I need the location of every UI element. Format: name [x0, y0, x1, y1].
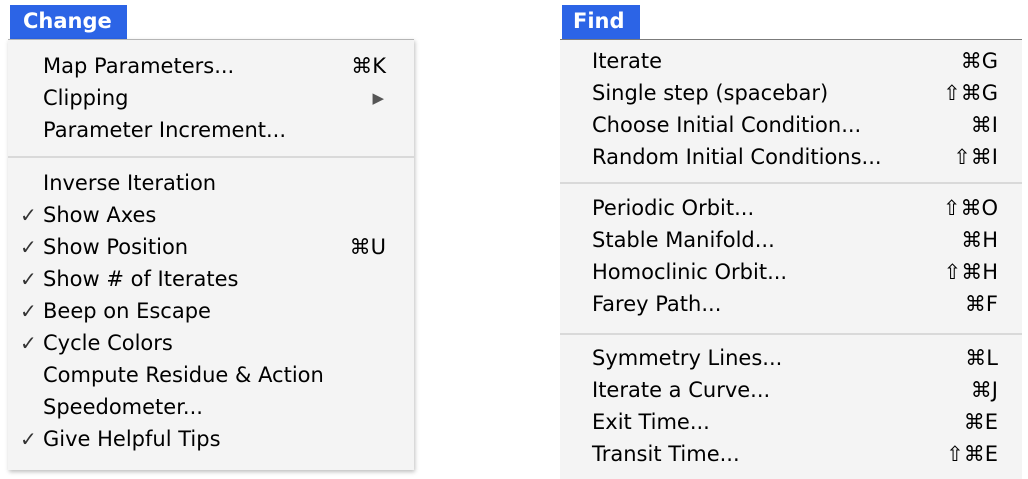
- find-menu-panel: Iterate ⌘G Single step (spacebar) ⇧⌘G Ch…: [560, 39, 1022, 479]
- change-menu-panel: Map Parameters... ⌘K Clipping ▶ Paramete…: [8, 39, 414, 470]
- menu-separator: [8, 156, 414, 158]
- menu-item-give-helpful-tips[interactable]: ✓ Give Helpful Tips: [8, 423, 414, 455]
- menu-item-label: Map Parameters...: [43, 54, 235, 78]
- submenu-arrow-icon: ▶: [372, 89, 384, 107]
- menu-item-shortcut: ⇧⌘I: [953, 145, 998, 169]
- menu-item-iterate-a-curve[interactable]: Iterate a Curve... ⌘J: [560, 374, 1022, 406]
- menu-item-speedometer[interactable]: Speedometer...: [8, 391, 414, 423]
- checkmark-icon: ✓: [20, 427, 37, 451]
- menu-item-label: Symmetry Lines...: [592, 346, 783, 370]
- menu-title-find[interactable]: Find: [562, 5, 640, 39]
- menu-item-label: Iterate: [592, 49, 663, 73]
- menu-item-shortcut: ⌘I: [970, 113, 998, 137]
- menu-separator: [560, 182, 1022, 184]
- menu-item-compute-residue[interactable]: Compute Residue & Action: [8, 359, 414, 391]
- menu-item-label: Single step (spacebar): [592, 81, 829, 105]
- menu-item-shortcut: ⌘H: [961, 228, 998, 252]
- checkmark-icon: ✓: [20, 203, 37, 227]
- menu-item-label: Periodic Orbit...: [592, 196, 755, 220]
- menu-item-shortcut: ⌘F: [964, 292, 998, 316]
- menu-item-shortcut: ⌘K: [351, 54, 386, 78]
- menu-item-map-parameters[interactable]: Map Parameters... ⌘K: [8, 50, 414, 82]
- menu-item-clipping[interactable]: Clipping ▶: [8, 82, 414, 114]
- menu-item-shortcut: ⌘U: [349, 235, 386, 259]
- menu-item-label: Iterate a Curve...: [592, 378, 771, 402]
- menu-item-transit-time[interactable]: Transit Time... ⇧⌘E: [560, 438, 1022, 470]
- checkmark-icon: ✓: [20, 331, 37, 355]
- menu-item-label: Give Helpful Tips: [43, 427, 221, 451]
- menu-item-show-axes[interactable]: ✓ Show Axes: [8, 199, 414, 231]
- menu-item-shortcut: ⇧⌘G: [943, 81, 998, 105]
- menu-item-label: Speedometer...: [43, 395, 203, 419]
- menu-item-show-iterates[interactable]: ✓ Show # of Iterates: [8, 263, 414, 295]
- menu-item-label: Compute Residue & Action: [43, 363, 324, 387]
- menu-item-label: Show # of Iterates: [43, 267, 239, 291]
- menu-item-label: Show Axes: [43, 203, 157, 227]
- menu-item-label: Homoclinic Orbit...: [592, 260, 788, 284]
- menu-item-show-position[interactable]: ✓ Show Position ⌘U: [8, 231, 414, 263]
- menu-item-beep-on-escape[interactable]: ✓ Beep on Escape: [8, 295, 414, 327]
- menu-item-shortcut: ⌘J: [970, 378, 998, 402]
- menu-item-label: Inverse Iteration: [43, 171, 217, 195]
- menu-item-inverse-iteration[interactable]: Inverse Iteration: [8, 167, 414, 199]
- checkmark-icon: ✓: [20, 267, 37, 291]
- menu-separator: [560, 333, 1022, 335]
- menu-item-label: Transit Time...: [592, 442, 740, 466]
- menu-item-shortcut: ⇧⌘H: [943, 260, 998, 284]
- menu-item-shortcut: ⇧⌘E: [946, 442, 998, 466]
- menu-item-exit-time[interactable]: Exit Time... ⌘E: [560, 406, 1022, 438]
- menu-item-label: Exit Time...: [592, 410, 710, 434]
- menu-item-periodic-orbit[interactable]: Periodic Orbit... ⇧⌘O: [560, 192, 1022, 224]
- menu-item-farey-path[interactable]: Farey Path... ⌘F: [560, 288, 1022, 320]
- menu-item-label: Cycle Colors: [43, 331, 173, 355]
- menu-item-cycle-colors[interactable]: ✓ Cycle Colors: [8, 327, 414, 359]
- menu-item-shortcut: ⌘G: [960, 49, 998, 73]
- menu-item-label: Choose Initial Condition...: [592, 113, 862, 137]
- menu-item-label: Show Position: [43, 235, 189, 259]
- menu-item-stable-manifold[interactable]: Stable Manifold... ⌘H: [560, 224, 1022, 256]
- menu-item-homoclinic-orbit[interactable]: Homoclinic Orbit... ⇧⌘H: [560, 256, 1022, 288]
- menu-title-change[interactable]: Change: [10, 5, 127, 39]
- menu-item-shortcut: ⌘L: [965, 346, 998, 370]
- checkmark-icon: ✓: [20, 299, 37, 323]
- menu-item-label: Random Initial Conditions...: [592, 145, 882, 169]
- menu-item-choose-initial-condition[interactable]: Choose Initial Condition... ⌘I: [560, 109, 1022, 141]
- menu-item-iterate[interactable]: Iterate ⌘G: [560, 45, 1022, 77]
- menu-item-label: Beep on Escape: [43, 299, 211, 323]
- menu-item-label: Parameter Increment...: [43, 118, 287, 142]
- menu-item-single-step[interactable]: Single step (spacebar) ⇧⌘G: [560, 77, 1022, 109]
- menu-item-symmetry-lines[interactable]: Symmetry Lines... ⌘L: [560, 342, 1022, 374]
- menu-item-label: Farey Path...: [592, 292, 722, 316]
- menu-item-label: Clipping: [43, 86, 129, 110]
- menu-item-parameter-increment[interactable]: Parameter Increment...: [8, 114, 414, 146]
- menu-item-shortcut: ⇧⌘O: [942, 196, 998, 220]
- menu-item-random-initial-conditions[interactable]: Random Initial Conditions... ⇧⌘I: [560, 141, 1022, 173]
- checkmark-icon: ✓: [20, 235, 37, 259]
- menu-item-label: Stable Manifold...: [592, 228, 775, 252]
- menu-item-shortcut: ⌘E: [963, 410, 998, 434]
